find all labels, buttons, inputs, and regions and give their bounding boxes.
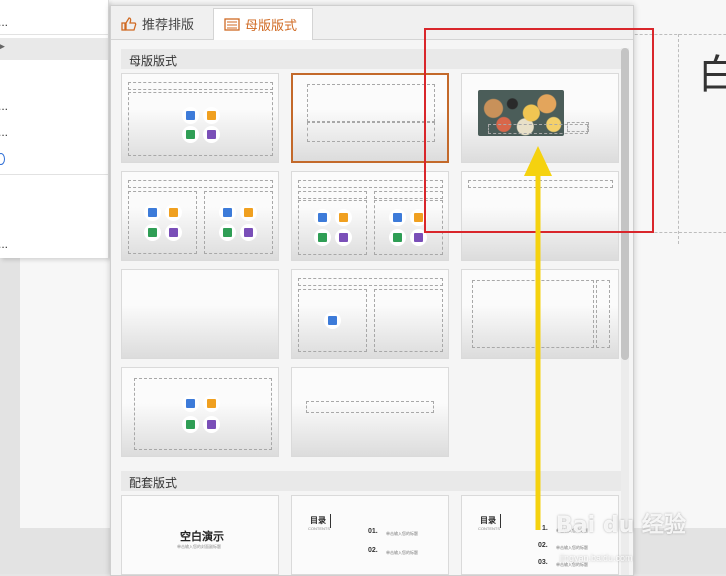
watermark-url: jingyan.baidu.com bbox=[560, 553, 633, 563]
arrow-up-icon bbox=[524, 146, 552, 530]
watermark-logo: Bai du 经验 bbox=[556, 513, 686, 538]
